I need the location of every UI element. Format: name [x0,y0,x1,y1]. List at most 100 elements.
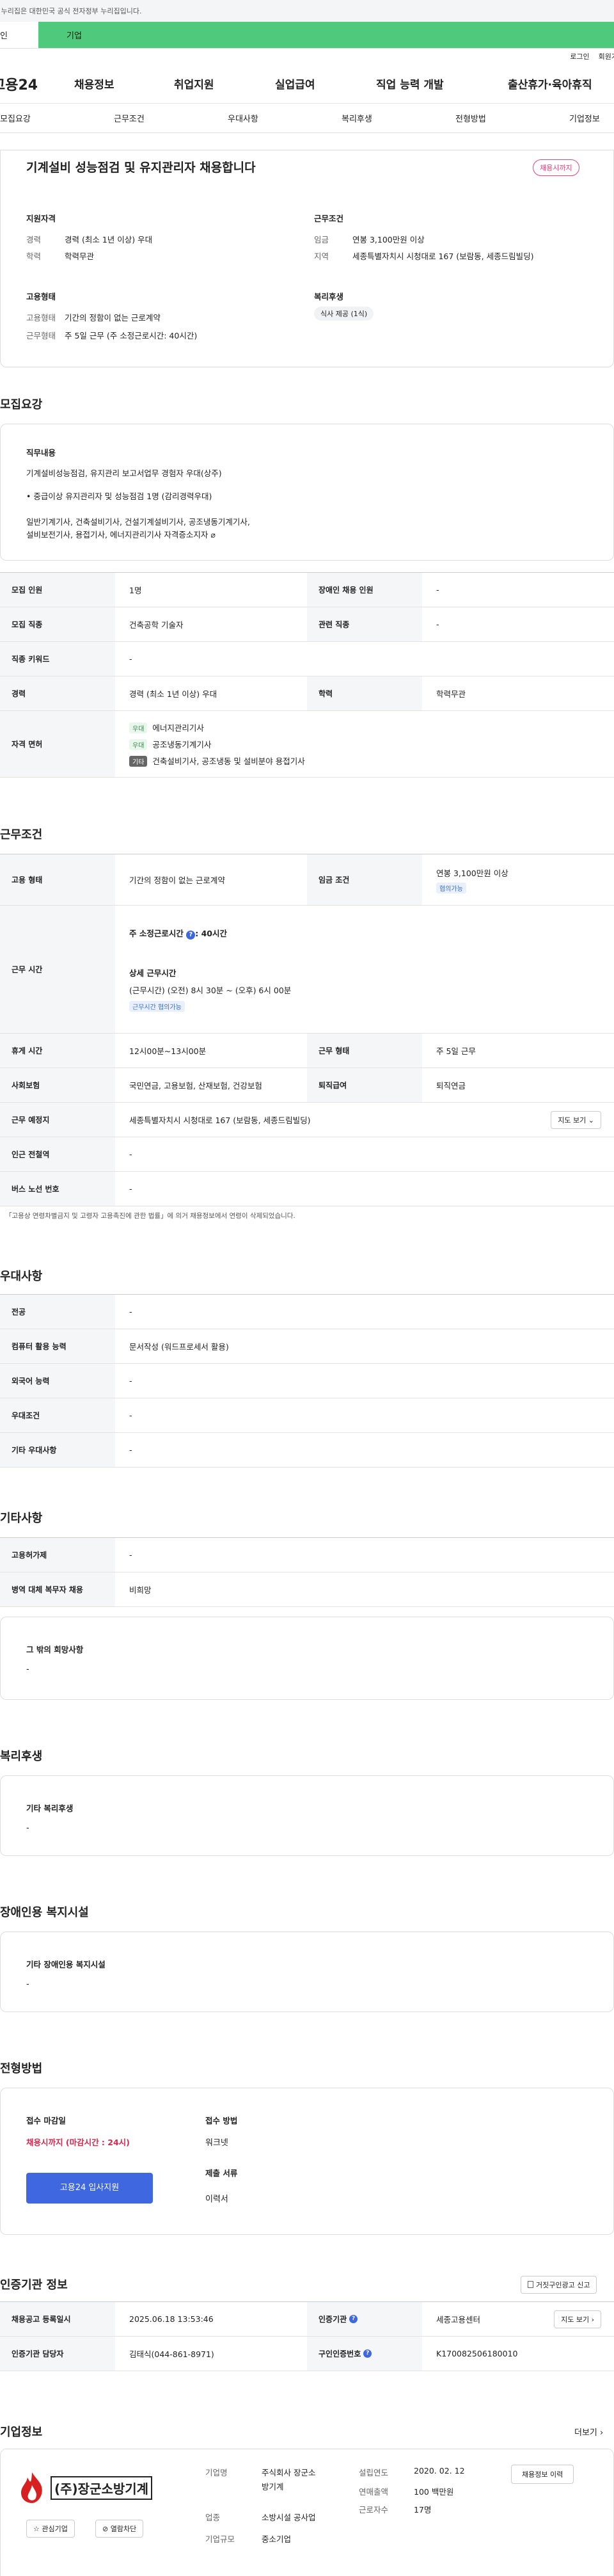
employees-value: 17명 [414,2505,432,2515]
cell-label: 근무 형태 [307,1034,422,1068]
info-icon[interactable]: ? [349,2315,358,2323]
cell-label: 모집 직종 [0,607,115,641]
time-tag: 근무시간 협의가능 [129,1001,185,1012]
cell-value: - [129,1184,132,1194]
cell-value: - [129,1149,132,1159]
docs-value: 이력서 [205,2195,228,2204]
nav-parental-leave[interactable]: 출산휴가·육아휴직 [508,76,592,92]
anchor-preferences[interactable]: 우대사항 [228,112,258,124]
cell-value: 주 5일 근무 [436,1046,476,1056]
disability-sub: 기타 장애인용 복지시설 [26,1960,106,1969]
duty-line-3: 일반기계기사, 건축설비기사, 건설기계설비기사, 공조냉동기계기사, [26,517,250,527]
cell-label: 직종 키워드 [0,642,115,676]
cell-value: - [129,654,132,664]
anchor-selection[interactable]: 전형방법 [455,112,486,124]
area-row: 지역 세종특별자치시 시청대로 167 (보람동, 세종드림빌딩) [314,250,533,263]
company-name-label: 기업명 [205,2468,228,2477]
nav-unemployment[interactable]: 실업급여 [275,76,376,92]
table-row: 휴게 시간 12시00분~13시00분 근무 형태 주 5일 근무 [0,1034,614,1068]
cell-label: 인증기관 담당자 [0,2337,115,2371]
cell-label: 전공 [0,1295,115,1329]
duty-line-2: • 중급이상 유지관리자 및 성능점검 1명 (감리경력우대) [26,492,212,501]
document-icon [528,2281,533,2288]
cell-value: - [129,1307,132,1316]
nav-training[interactable]: 직업 능력 개발 [376,76,508,92]
tab-company[interactable]: 기업 [38,22,614,48]
license-name: 에너지관리기사 [152,723,204,733]
conditions-table: 고용 형태 기간의 정함이 없는 근로계약 임금 조건 연봉 3,100만원 이상 협… [0,854,614,1206]
gov-notice-text: 이 누리집은 대한민국 공식 전자정부 누리집입니다. [0,7,142,15]
cell-value: 12시00분~13시00분 [129,1046,207,1056]
welfare-heading: 복리후생 [314,292,344,301]
anchor-welfare[interactable]: 복리후생 [342,112,372,124]
age-law-note: 「고용상 연령차별금지 및 고령자 고용촉진에 관한 법률」에 의거 채용정보에… [5,1212,295,1220]
duty-heading: 직무내용 [26,448,56,458]
util-bar: 로그인 회원가 [0,49,614,64]
cell-label: 병역 대체 복무자 채용 [0,1572,115,1606]
table-row: 고용허가제 - [0,1538,614,1572]
table-row: 인증기관 담당자 김태식(044-861-8971) 구인인증번호? K1700825… [0,2337,614,2371]
cell-label: 근무 예정지 [0,1103,115,1137]
cell-label: 관련 직종 [307,607,422,641]
table-row: 병역 대체 복무자 채용 비희망 [0,1572,614,1607]
cell-value: - [129,1376,132,1386]
cell-value: - [129,1411,132,1420]
site-logo[interactable]: 고용24 [0,74,74,94]
wage-label: 임금 [314,235,329,244]
cell-value: 김태식(044-861-8971) [129,2349,214,2359]
list-item: 우대 공조냉동기계기사 [129,738,211,750]
table-row: 전공 - [0,1295,614,1329]
tab-personal[interactable]: 인 [0,22,38,48]
selection-box: 접수 마감일 채용시까지 (마감시간 : 24시) 고용24 입사지원 접수 방… [0,2088,614,2235]
company-box: (주)장군소방기계 ☆ 관심기업 ⊘ 열람차단 기업명 주식회사 장군소 방기계… [0,2449,614,2576]
info-icon[interactable]: ? [363,2349,372,2358]
employment-heading: 고용형태 [26,292,56,301]
anchor-recruit[interactable]: 모집요강 [0,112,31,124]
table-row: 근무 예정지 세종특별자치시 시청대로 167 (보람동, 세종드림빌딩) 지도 보… [0,1103,614,1137]
work-type-row: 근무형태 주 5일 근무 (주 소정근로시간: 40시간) [26,330,197,342]
user-type-tabs: 인 기업 [0,22,614,49]
company-name-1: 주식회사 장군소 [262,2468,316,2477]
cert-map-button[interactable]: 지도 보기 › [554,2310,601,2328]
nav-employment-support[interactable]: 취업지원 [174,76,275,92]
wage-tag: 협의가능 [436,882,466,893]
license-name: 건축설비기사, 공조냉동 및 설비분야 용접기사 [152,756,305,766]
login-link[interactable]: 로그인 [570,51,589,61]
emp-type-row: 고용형태 기간의 정함이 없는 근로계약 [26,312,161,324]
license-tag: 기타 [129,756,148,767]
cell-label: 기타 우대사항 [0,1433,115,1467]
cell-label: 학력 [307,676,422,710]
nav-jobs[interactable]: 채용정보 [74,76,174,92]
cell-value: - [129,1445,132,1455]
cell-label: 외국어 능력 [0,1364,115,1398]
career-value: 경력 (최소 1년 이상) 우대 [65,235,153,244]
block-company-button[interactable]: ⊘ 열람차단 [95,2520,144,2538]
education-value: 학력무관 [65,252,95,261]
welfare-sub: 기타 복리후생 [26,1804,74,1813]
join-link[interactable]: 회원가 [599,51,614,61]
cert-heading: 인증기관 정보 [0,2278,68,2292]
cell-label: 경력 [0,676,115,710]
favorite-company-button[interactable]: ☆ 관심기업 [26,2520,75,2538]
report-button-label: 거짓구인광고 신고 [536,2281,590,2289]
anchor-conditions[interactable]: 근무조건 [114,112,145,124]
report-button[interactable]: 거짓구인광고 신고 [521,2276,597,2294]
anchor-company[interactable]: 기업정보 [569,112,600,124]
map-toggle-button[interactable]: 지도 보기 ⌄ [551,1110,601,1129]
cell-value: - [436,585,439,595]
company-more-link[interactable]: 더보기 › [574,2426,603,2438]
table-row: 채용공고 등록일시 2025.06.18 13:53:46 인증기관? 세종고용센터 지… [0,2302,614,2337]
apply-button[interactable]: 고용24 입사지원 [26,2173,153,2204]
status-badge: 채용시까지 [533,159,579,176]
job-history-button[interactable]: 채용정보 이력 [511,2465,574,2484]
cell-value: - [129,1550,132,1560]
duty-line-4: 설비보전기사, 용접기사, 에너지관리기사 자격증소지자 ⌀ [26,530,216,540]
info-icon[interactable]: ? [186,931,196,940]
conditions-heading: 근무조건 [314,214,344,223]
welfare-value: - [26,1823,29,1833]
cell-label: 고용허가제 [0,1538,115,1572]
table-row: 인근 전철역 - [0,1137,614,1172]
deadline-heading: 접수 마감일 [26,2116,66,2125]
work-time-cell: 주 소정근로시간 ?: 40시간 상세 근무시간 (근무시간) (오전) 8시 … [115,906,614,1033]
docs-heading: 제출 서류 [205,2168,238,2178]
